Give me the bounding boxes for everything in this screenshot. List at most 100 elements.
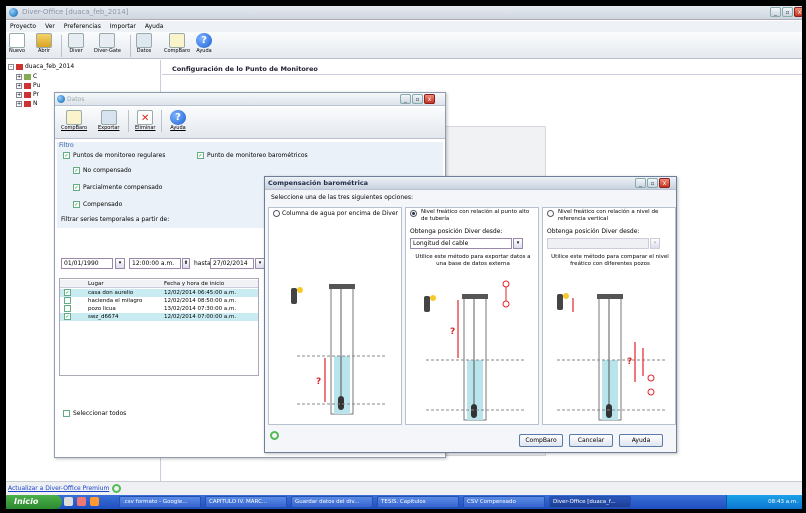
tree-root[interactable]: - duaca_feb_2014	[8, 63, 74, 70]
time-from-field[interactable]: 12:00:00 a.m.	[129, 258, 181, 269]
date-from-picker[interactable]: ▾	[115, 258, 125, 269]
tree-node-pu[interactable]: + Pu	[16, 82, 40, 89]
option-3-description: Utilice este método para comparar el niv…	[551, 254, 669, 267]
compbaro-dialog-button[interactable]: CompBaro	[519, 434, 563, 447]
upgrade-link[interactable]: Actualizar a Diver-Office Premium	[8, 485, 109, 492]
cancel-button[interactable]: Cancelar	[569, 434, 613, 447]
toolbar-separator	[61, 35, 62, 57]
menu-ver[interactable]: Ver	[45, 21, 55, 32]
taskbar-item[interactable]: TESIS. Capitulos	[377, 496, 459, 508]
tree-node-n[interactable]: + N	[16, 100, 38, 107]
close-button[interactable]: x	[659, 178, 670, 188]
status-icon	[270, 431, 279, 440]
diagram-water-column: ?	[291, 284, 387, 415]
option-pane-1: Columna de agua por encima de Diver ?	[268, 207, 402, 425]
new-document-icon	[9, 33, 25, 48]
option-2-description: Utilice este método para exportar datos …	[415, 254, 531, 267]
tree-node-pr[interactable]: + Pr	[16, 91, 39, 98]
date-from-field[interactable]: 01/01/1990	[61, 258, 113, 269]
checkbox[interactable]: ✓	[73, 184, 80, 191]
compbaro-button[interactable]: CompBaro	[164, 33, 190, 55]
quicklaunch-icon[interactable]	[90, 497, 99, 506]
restore-button[interactable]: ▫	[647, 178, 658, 188]
nuevo-button[interactable]: Nuevo	[9, 33, 25, 55]
diver-gate-icon	[99, 33, 116, 48]
menu-importar[interactable]: Importar	[110, 21, 136, 32]
menu-ayuda[interactable]: Ayuda	[145, 21, 164, 32]
cb-comp[interactable]: ✓ Compensado	[73, 201, 122, 208]
row-checkbox[interactable]: ✓	[64, 297, 71, 304]
taskbar-item[interactable]: CSV Compensado	[463, 496, 545, 508]
column-header[interactable]: Lugar	[88, 280, 104, 288]
taskbar-item[interactable]: .csv formato - Google...	[119, 496, 201, 508]
cb-regular[interactable]: ✓ Puntos de monitoreo regulares	[63, 152, 165, 159]
row-checkbox[interactable]: ✓	[64, 289, 71, 296]
row-checkbox[interactable]: ✓	[64, 305, 71, 312]
radio-button[interactable]	[547, 210, 554, 217]
checkbox[interactable]: ✓	[63, 152, 70, 159]
obtain-label-2: Obtenga posición Diver desde:	[410, 228, 503, 235]
help-button[interactable]: Ayuda	[619, 434, 663, 447]
table-row[interactable]: ✓ swz_d6674 12/02/2014 07:00:00 a.m.	[60, 313, 258, 321]
table-row[interactable]: ✓ hacienda el milagro 12/02/2014 08:50:0…	[60, 297, 258, 305]
delete-icon: ✕	[137, 110, 154, 125]
row-checkbox[interactable]: ✓	[64, 313, 71, 320]
expand-icon[interactable]: +	[16, 91, 22, 98]
quicklaunch-icon[interactable]	[64, 497, 73, 506]
close-button[interactable]: x	[424, 94, 435, 104]
page-title: Configuración de lo Punto de Monitoreo	[172, 65, 318, 73]
cb-baro[interactable]: ✓ Punto de monitoreo barométricos	[197, 152, 308, 159]
exportar-button[interactable]: Exportar	[98, 110, 120, 132]
checkbox[interactable]: ✓	[63, 410, 70, 417]
app-title-bar: Diver-Office [duaca_feb_2014] _ ▫ x	[6, 6, 802, 20]
dropdown-arrow[interactable]: ▾	[513, 238, 523, 249]
diver-gate-button[interactable]: Diver-Gate	[94, 33, 121, 55]
checkbox[interactable]: ✓	[73, 201, 80, 208]
datos-ayuda-button[interactable]: ? Ayuda	[170, 110, 186, 132]
expand-icon[interactable]: +	[16, 82, 22, 89]
restore-button[interactable]: ▫	[782, 7, 793, 17]
cb-partial[interactable]: ✓ Parcialmente compensado	[73, 184, 162, 191]
option-3[interactable]	[547, 210, 556, 217]
time-spinner[interactable]: ⬍	[182, 258, 190, 269]
checkbox[interactable]: ✓	[197, 152, 204, 159]
eliminar-button[interactable]: ✕ Eliminar	[135, 110, 156, 132]
taskbar-item[interactable]: Diver-Office [duaca_f...	[549, 496, 631, 508]
menu-preferencias[interactable]: Preferencias	[64, 21, 101, 32]
dropdown-arrow: ▾	[650, 238, 660, 249]
dialog-title: Compensación barométrica	[265, 177, 676, 190]
table-row[interactable]: ✓ pozo licua 13/02/2014 07:30:00 a.m.	[60, 305, 258, 313]
option-1[interactable]: Columna de agua por encima de Diver	[273, 210, 398, 217]
checkbox[interactable]: ✓	[73, 167, 80, 174]
option-2[interactable]	[410, 210, 419, 217]
menu-proyecto[interactable]: Proyecto	[10, 21, 36, 32]
close-button[interactable]: x	[794, 7, 802, 17]
radio-button[interactable]	[273, 210, 280, 217]
restore-button[interactable]: ▫	[412, 94, 423, 104]
expand-icon[interactable]: +	[16, 100, 22, 107]
table-row[interactable]: ✓ casa don aurelio 12/02/2014 06:45:00 a…	[60, 289, 258, 297]
start-button[interactable]: Inicio	[6, 495, 62, 509]
expand-icon[interactable]: +	[16, 73, 22, 80]
column-header[interactable]: Fecha y hora de inicio	[164, 280, 224, 288]
clock[interactable]: 08:43 a.m.	[768, 499, 798, 505]
minimize-button[interactable]: _	[400, 94, 411, 104]
radio-button[interactable]	[410, 210, 417, 217]
ayuda-button[interactable]: ? Ayuda	[196, 33, 212, 55]
quicklaunch-icon[interactable]	[77, 497, 86, 506]
position-dropdown[interactable]: Longitud del cable	[410, 238, 512, 249]
taskbar-item[interactable]: CAPITULO IV. MARC...	[205, 496, 287, 508]
collapse-icon[interactable]: -	[8, 63, 14, 70]
abrir-button[interactable]: Abrir	[36, 33, 52, 55]
datos-button[interactable]: Datos	[136, 33, 152, 55]
select-all[interactable]: ✓Seleccionar todos	[63, 410, 126, 417]
taskbar-item[interactable]: Guardar datos del div...	[291, 496, 373, 508]
datos-compbaro-button[interactable]: CompBaro	[61, 110, 87, 132]
minimize-button[interactable]: _	[635, 178, 646, 188]
locations-grid: Lugar Fecha y hora de inicio ✓ casa don …	[59, 278, 259, 376]
date-to-field[interactable]: 27/02/2014	[210, 258, 254, 269]
diver-button[interactable]: Diver	[68, 33, 84, 55]
tree-node-c[interactable]: + C	[16, 73, 37, 80]
cb-no-comp[interactable]: ✓ No compensado	[73, 167, 131, 174]
minimize-button[interactable]: _	[770, 7, 781, 17]
